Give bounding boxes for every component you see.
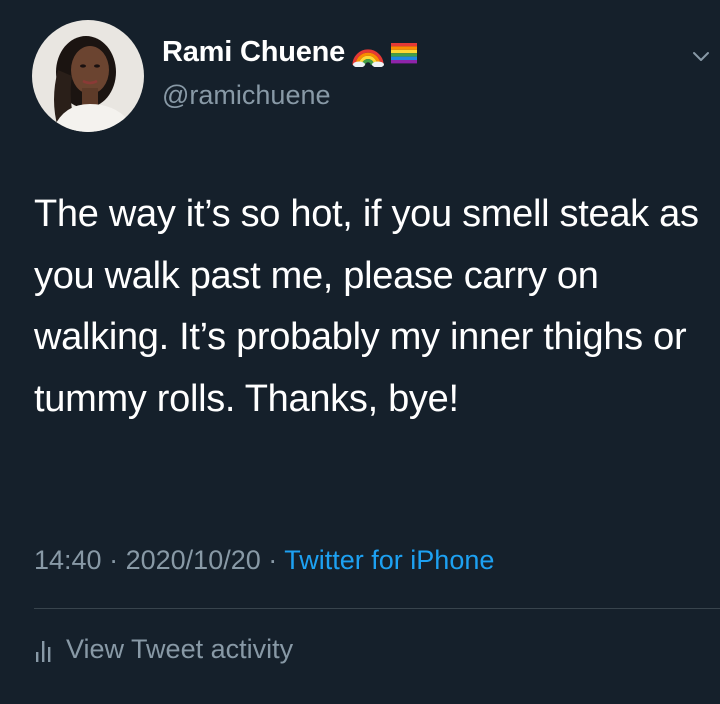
bar-chart-icon xyxy=(34,638,54,662)
author-name-row: Rami Chuene xyxy=(162,36,418,69)
rainbow-flag-icon xyxy=(391,42,418,64)
meta-separator: · xyxy=(109,545,119,575)
tweet-date: 2020/10/20 xyxy=(125,545,261,575)
display-name[interactable]: Rami Chuene xyxy=(162,36,345,69)
tweet-source-link[interactable]: Twitter for iPhone xyxy=(284,545,494,575)
tweet-card: Rami Chuene @ramichuene The way it’s so … xyxy=(0,0,720,704)
meta-separator: · xyxy=(268,545,278,575)
chevron-down-icon[interactable] xyxy=(692,50,710,62)
tweet-time: 14:40 xyxy=(34,545,102,575)
user-handle[interactable]: @ramichuene xyxy=(162,80,331,111)
view-tweet-activity-label: View Tweet activity xyxy=(66,634,294,664)
tweet-text: The way it’s so hot, if you smell steak … xyxy=(34,193,699,420)
avatar[interactable] xyxy=(32,20,144,132)
divider xyxy=(34,608,720,609)
tweet-meta: 14:40 · 2020/10/20 · Twitter for iPhone xyxy=(34,545,494,576)
rainbow-emoji-icon xyxy=(351,39,385,67)
view-tweet-activity-button[interactable]: View Tweet activity xyxy=(34,634,293,665)
